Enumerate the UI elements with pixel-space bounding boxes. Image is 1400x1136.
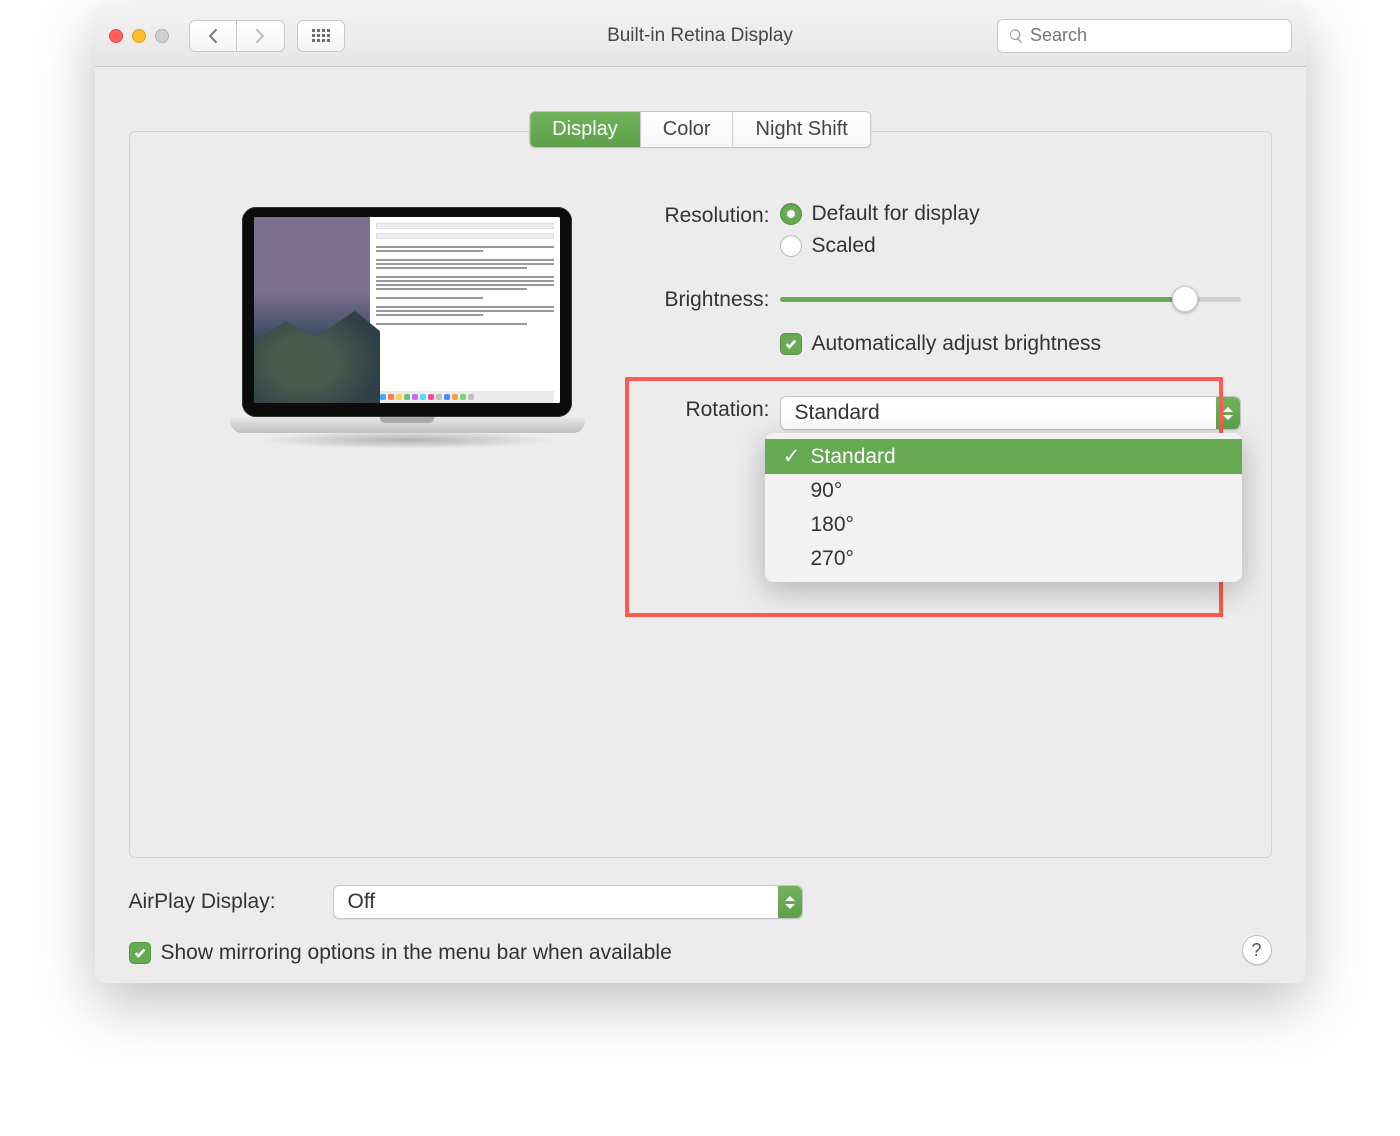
checkbox-checked-icon (129, 942, 151, 964)
help-button[interactable]: ? (1242, 935, 1272, 965)
back-button[interactable] (189, 20, 237, 52)
radio-unchecked-icon (780, 235, 802, 257)
tab-night-shift[interactable]: Night Shift (733, 112, 870, 147)
radio-checked-icon (780, 203, 802, 225)
display-illustration (230, 207, 585, 449)
auto-brightness-row: Automatically adjust brightness (630, 332, 1241, 356)
airplay-row: AirPlay Display: Off (129, 885, 1272, 919)
tab-color[interactable]: Color (640, 112, 733, 147)
brightness-label: Brightness: (630, 286, 780, 312)
question-mark-icon: ? (1251, 940, 1261, 961)
toolbar: Built-in Retina Display (95, 5, 1306, 67)
resolution-label: Resolution: (630, 202, 780, 228)
search-field[interactable] (997, 19, 1292, 53)
preferences-window: Built-in Retina Display Display Color Ni… (95, 5, 1306, 983)
bottom-bar: AirPlay Display: Off Show mirroring opti… (129, 871, 1272, 965)
rotation-option-standard[interactable]: ✓ Standard (765, 439, 1242, 474)
rotation-option-label: 270° (811, 547, 854, 571)
mirroring-label: Show mirroring options in the menu bar w… (161, 941, 672, 965)
airplay-select[interactable]: Off (333, 885, 803, 919)
forward-button[interactable] (237, 20, 285, 52)
show-all-button[interactable] (297, 20, 345, 52)
resolution-row: Resolution: Default for display Scaled (630, 202, 1241, 266)
rotation-dropdown: ✓ Standard 90° 180° (765, 433, 1242, 582)
resolution-default-option[interactable]: Default for display (780, 202, 1241, 226)
checkbox-checked-icon (780, 333, 802, 355)
rotation-option-90[interactable]: 90° (765, 474, 1242, 508)
settings-form: Resolution: Default for display Scaled (630, 202, 1241, 450)
slider-knob[interactable] (1172, 286, 1198, 312)
rotation-option-label: 90° (811, 479, 843, 503)
auto-brightness-label: Automatically adjust brightness (812, 332, 1101, 356)
tab-display[interactable]: Display (530, 112, 640, 147)
chevron-right-icon (254, 28, 266, 44)
zoom-window-button (155, 29, 169, 43)
airplay-selected-value: Off (348, 890, 376, 914)
resolution-scaled-option[interactable]: Scaled (780, 234, 1241, 258)
airplay-label: AirPlay Display: (129, 890, 319, 914)
grid-icon (312, 29, 330, 42)
rotation-option-label: Standard (811, 445, 896, 469)
rotation-option-180[interactable]: 180° (765, 508, 1242, 542)
resolution-default-label: Default for display (812, 202, 980, 226)
display-panel: Resolution: Default for display Scaled (129, 131, 1272, 858)
window-controls (109, 29, 169, 43)
chevron-left-icon (207, 28, 219, 44)
resolution-scaled-label: Scaled (812, 234, 876, 258)
rotation-option-label: 180° (811, 513, 854, 537)
search-icon (1008, 27, 1025, 45)
rotation-option-270[interactable]: 270° (765, 542, 1242, 576)
auto-brightness-checkbox[interactable]: Automatically adjust brightness (780, 332, 1241, 356)
content: Display Color Night Shift (95, 67, 1306, 983)
window-title: Built-in Retina Display (607, 25, 793, 47)
nav-buttons (189, 20, 285, 52)
tab-bar: Display Color Night Shift (529, 111, 871, 148)
minimize-window-button[interactable] (132, 29, 146, 43)
close-window-button[interactable] (109, 29, 123, 43)
mirroring-checkbox[interactable]: Show mirroring options in the menu bar w… (129, 941, 1272, 965)
brightness-slider[interactable] (780, 289, 1241, 309)
checkmark-icon: ✓ (783, 444, 801, 469)
search-input[interactable] (1030, 25, 1280, 46)
stepper-icon (778, 886, 802, 918)
brightness-row: Brightness: (630, 286, 1241, 312)
